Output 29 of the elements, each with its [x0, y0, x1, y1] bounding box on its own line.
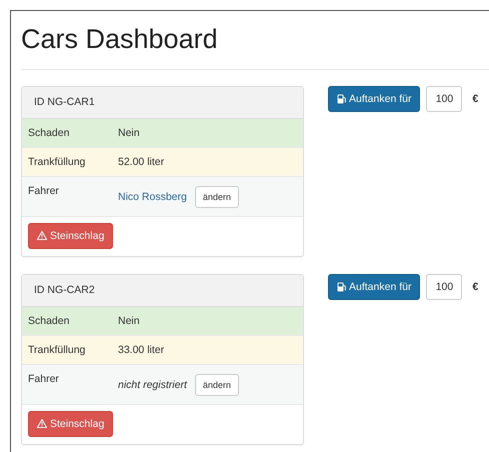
card-header: ID NG-CAR2 — [22, 274, 303, 307]
refuel-button[interactable]: Auftanken für — [328, 274, 420, 300]
currency-label: € — [472, 280, 478, 293]
row-label: Trankfüllung — [28, 344, 86, 356]
card-header: ID NG-CAR1 — [22, 86, 303, 119]
refuel-button[interactable]: Auftanken für — [328, 86, 420, 112]
row-value: Nein — [118, 126, 140, 139]
row-value: Nein — [118, 314, 140, 327]
row-label: Fahrer — [28, 184, 60, 197]
amount-field[interactable]: 100 — [426, 86, 462, 112]
damage-button[interactable]: Steinschlag — [28, 410, 114, 437]
row-label: Schaden — [28, 126, 70, 139]
change-button[interactable]: ändern — [194, 186, 239, 208]
warning-icon — [37, 231, 47, 240]
row-label: Trankfüllung — [28, 156, 86, 168]
row-value: 33.00 liter — [118, 344, 164, 356]
change-button[interactable]: ändern — [194, 374, 239, 396]
driver-name: Nico Rossberg — [118, 190, 187, 203]
currency-label: € — [472, 92, 478, 105]
damage-button[interactable]: Steinschlag — [28, 222, 114, 249]
row-label: Schaden — [28, 314, 70, 327]
warning-icon — [37, 419, 47, 428]
row-value: 52.00 liter — [118, 156, 164, 168]
amount-field[interactable]: 100 — [426, 274, 462, 300]
page-title: Cars Dashboard — [21, 23, 219, 56]
driver-name: nicht registriert — [118, 378, 187, 391]
fuel-pump-icon — [337, 94, 346, 104]
row-label: Fahrer — [28, 372, 60, 385]
fuel-pump-icon — [337, 282, 346, 292]
